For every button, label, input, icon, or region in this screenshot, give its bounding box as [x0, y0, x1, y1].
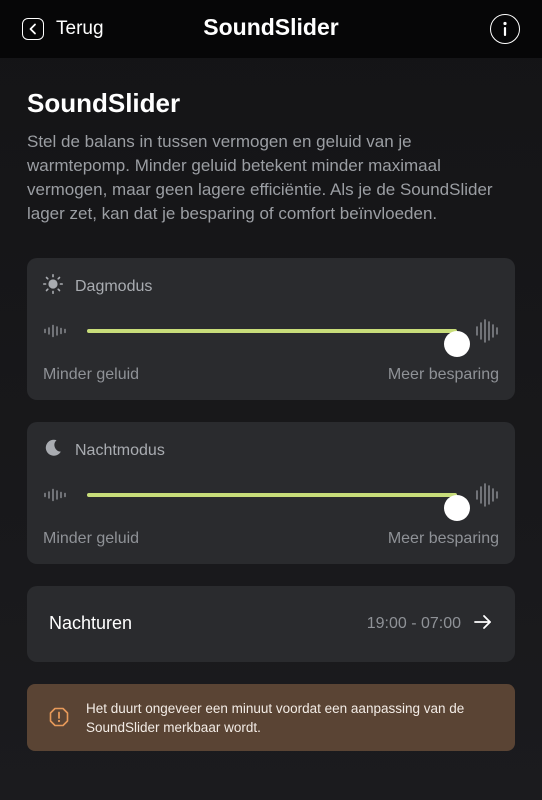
top-bar: Terug SoundSlider	[0, 0, 542, 58]
night-mode-card: Nachtmodus Minder geluid Meer besparing	[27, 422, 515, 564]
day-mode-label: Dagmodus	[75, 277, 153, 295]
header-title: SoundSlider	[203, 14, 339, 40]
night-mode-track-fill	[87, 493, 457, 497]
page-title: SoundSlider	[27, 88, 181, 118]
loud-sound-icon	[476, 483, 498, 507]
loud-sound-icon	[476, 319, 498, 343]
day-mode-max-label: Meer besparing	[387, 366, 499, 383]
day-mode-slider[interactable]	[43, 316, 499, 357]
notice-text: Het duurt ongeveer een minuut voordat ee…	[86, 701, 465, 735]
day-mode-slider-thumb[interactable]	[444, 331, 470, 357]
night-mode-slider[interactable]	[43, 480, 499, 521]
quiet-sound-icon	[44, 324, 66, 338]
day-mode-min-label: Minder geluid	[43, 366, 140, 383]
sun-icon	[43, 274, 64, 299]
warning-icon	[49, 707, 69, 727]
arrow-right-icon	[474, 615, 491, 629]
night-mode-slider-thumb[interactable]	[444, 495, 470, 521]
night-mode-track[interactable]	[87, 493, 470, 521]
moon-icon	[43, 438, 63, 463]
night-hours-label: Nachturen	[49, 613, 133, 633]
day-mode-track[interactable]	[87, 329, 470, 357]
night-mode-min-label: Minder geluid	[43, 530, 140, 547]
day-mode-track-fill	[87, 329, 457, 333]
info-notice: Het duurt ongeveer een minuut voordat ee…	[27, 684, 515, 751]
night-hours-value: 19:00 - 07:00	[366, 615, 461, 632]
page-description: Stel de balans in tussen vermogen en gel…	[27, 132, 493, 223]
info-button[interactable]	[490, 14, 520, 44]
night-mode-label: Nachtmodus	[75, 441, 165, 459]
quiet-sound-icon	[44, 488, 66, 502]
night-mode-max-label: Meer besparing	[387, 530, 499, 547]
info-icon	[503, 21, 507, 36]
day-mode-card: Dagmodus Minder geluid Meer besparing	[27, 258, 515, 400]
night-hours-row[interactable]: Nachturen 19:00 - 07:00	[27, 586, 515, 662]
